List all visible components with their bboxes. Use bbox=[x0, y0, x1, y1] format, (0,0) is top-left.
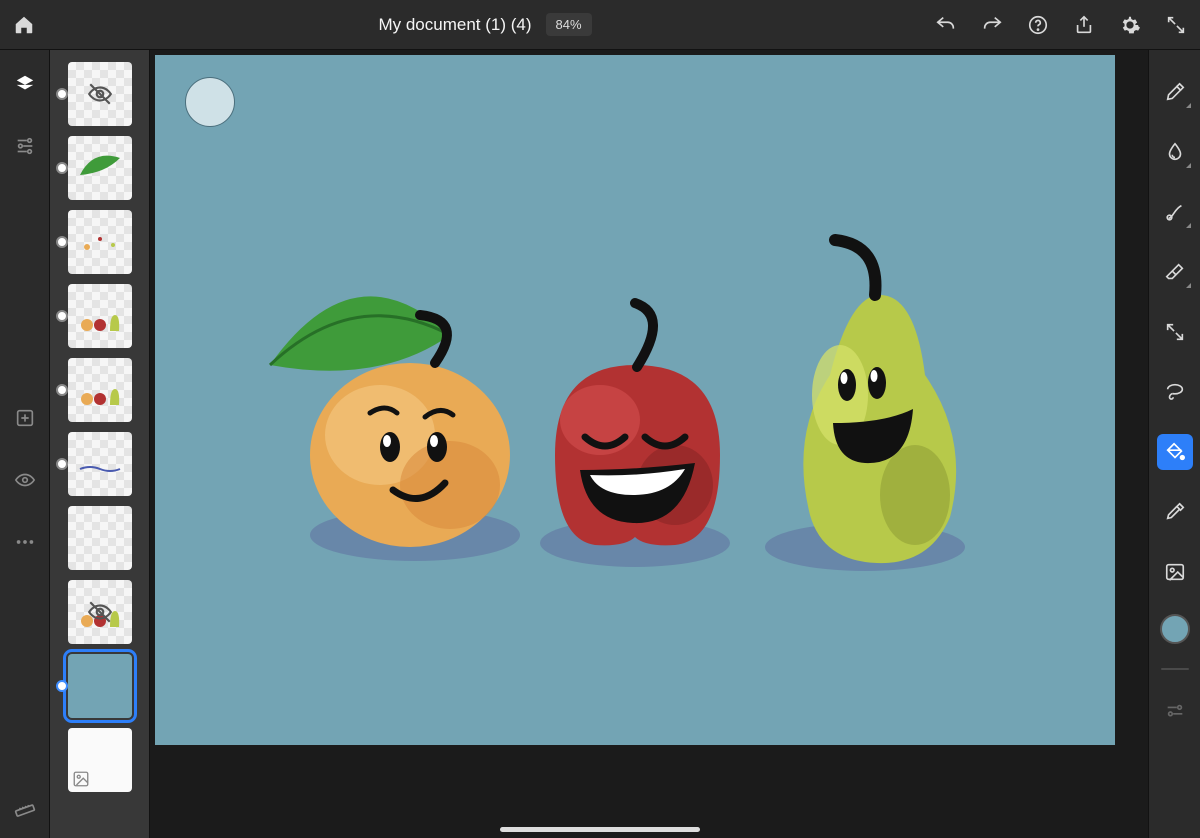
hidden-icon bbox=[68, 580, 132, 644]
layer-thumbnail[interactable] bbox=[68, 654, 132, 718]
fill-tool[interactable] bbox=[1157, 434, 1193, 470]
layer-thumbnail[interactable] bbox=[68, 136, 132, 200]
peach-fruit bbox=[270, 296, 510, 547]
layer-thumbnail[interactable] bbox=[68, 432, 132, 496]
undo-button[interactable] bbox=[934, 13, 958, 37]
smudge-tool[interactable] bbox=[1157, 134, 1193, 170]
main-area bbox=[0, 50, 1200, 838]
document-title: My document (1) (4) bbox=[378, 15, 531, 35]
image-tool[interactable] bbox=[1157, 554, 1193, 590]
layer-thumbnail[interactable] bbox=[68, 580, 132, 644]
visibility-button[interactable] bbox=[9, 464, 41, 496]
more-button[interactable] bbox=[9, 526, 41, 558]
layer-thumbnail[interactable] bbox=[68, 506, 132, 570]
pear-fruit bbox=[803, 240, 956, 563]
add-layer-button[interactable] bbox=[9, 402, 41, 434]
fullscreen-button[interactable] bbox=[1164, 13, 1188, 37]
layer-thumbnail[interactable] bbox=[68, 728, 132, 792]
adjustments-button[interactable] bbox=[9, 130, 41, 162]
transform-tool[interactable] bbox=[1157, 314, 1193, 350]
layers-panel bbox=[50, 50, 150, 838]
layer-thumbnail[interactable] bbox=[68, 62, 132, 126]
home-indicator bbox=[500, 827, 700, 832]
blend-tool[interactable] bbox=[1157, 194, 1193, 230]
redo-button[interactable] bbox=[980, 13, 1004, 37]
layer-thumbnail[interactable] bbox=[68, 210, 132, 274]
left-rail bbox=[0, 50, 50, 838]
eraser-tool[interactable] bbox=[1157, 254, 1193, 290]
right-toolbar bbox=[1148, 50, 1200, 838]
layers-panel-button[interactable] bbox=[9, 68, 41, 100]
layer-thumbnail[interactable] bbox=[68, 284, 132, 348]
brush-size-preview bbox=[185, 77, 235, 127]
layer-thumbnail[interactable] bbox=[68, 358, 132, 422]
ruler-button[interactable] bbox=[9, 790, 41, 822]
apple-fruit bbox=[555, 303, 720, 545]
top-bar: My document (1) (4) 84% bbox=[0, 0, 1200, 50]
home-button[interactable] bbox=[12, 13, 36, 37]
separator bbox=[1161, 668, 1189, 670]
color-swatch[interactable] bbox=[1160, 614, 1190, 644]
settings-button[interactable] bbox=[1118, 13, 1142, 37]
app-root: My document (1) (4) 84% bbox=[0, 0, 1200, 838]
eyedropper-tool[interactable] bbox=[1157, 494, 1193, 530]
brush-tool[interactable] bbox=[1157, 74, 1193, 110]
tool-settings-button[interactable] bbox=[1157, 694, 1193, 730]
zoom-badge[interactable]: 84% bbox=[546, 13, 592, 36]
hidden-icon bbox=[68, 62, 132, 126]
lasso-tool[interactable] bbox=[1157, 374, 1193, 410]
help-button[interactable] bbox=[1026, 13, 1050, 37]
artwork bbox=[215, 185, 1035, 605]
share-button[interactable] bbox=[1072, 13, 1096, 37]
canvas[interactable] bbox=[155, 55, 1115, 745]
canvas-viewport[interactable] bbox=[150, 50, 1148, 838]
